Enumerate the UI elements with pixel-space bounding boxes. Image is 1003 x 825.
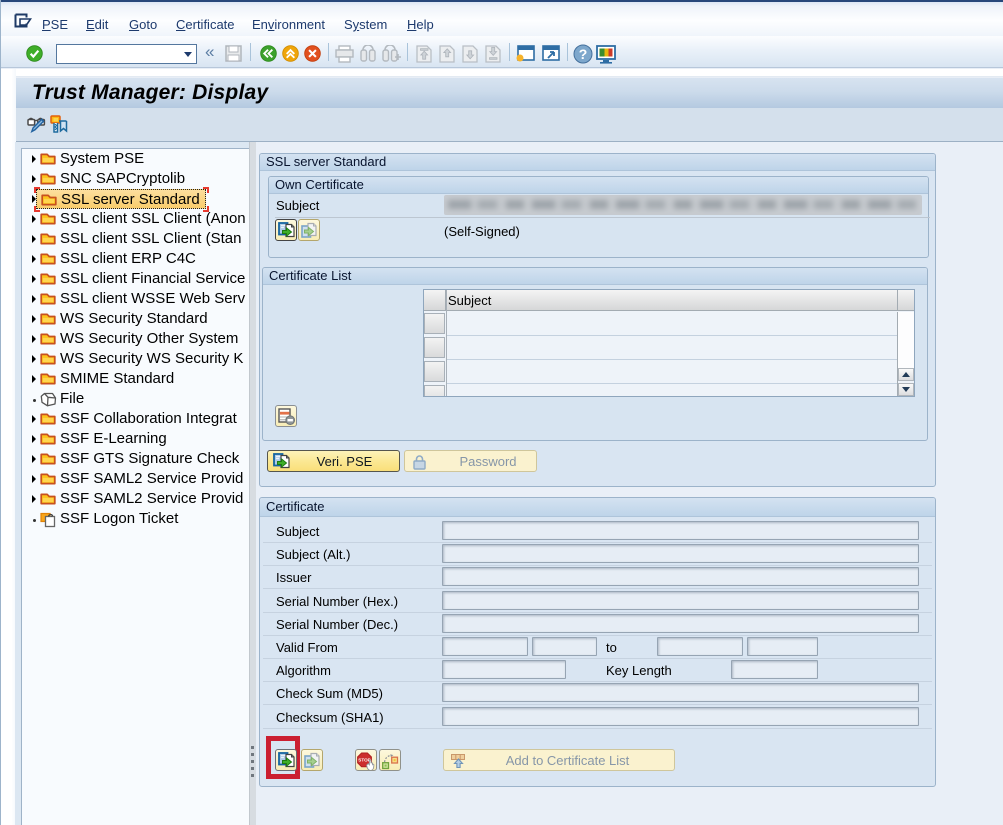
svg-text:STOP: STOP bbox=[358, 758, 370, 763]
svg-text:?: ? bbox=[579, 46, 588, 62]
